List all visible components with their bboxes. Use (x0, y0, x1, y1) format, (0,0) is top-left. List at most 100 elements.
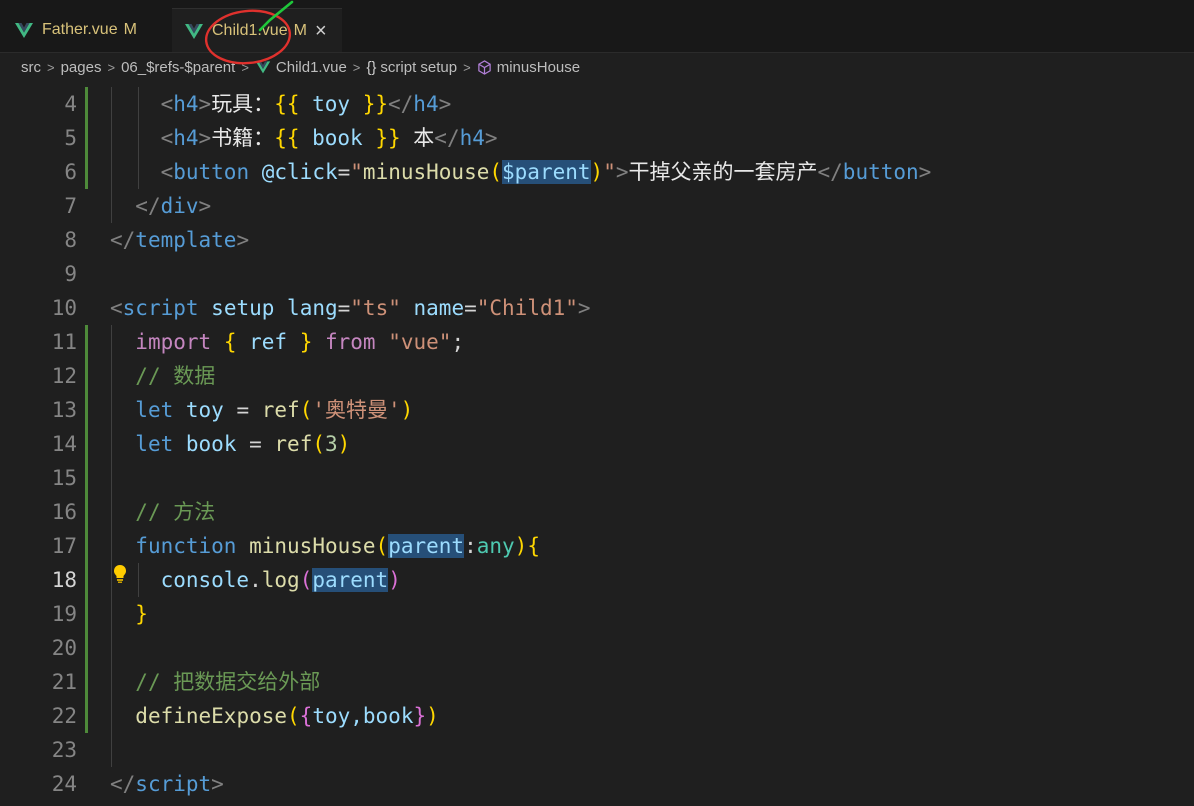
code-text: // 方法 (110, 495, 215, 529)
token: ) (400, 398, 414, 422)
code-text: console.log(parent) (110, 563, 401, 597)
token: "Child1" (476, 296, 578, 320)
vue-file-icon (15, 23, 33, 38)
code-line[interactable]: 20 (0, 631, 1194, 665)
token: ) (388, 568, 401, 592)
token: book (185, 432, 237, 456)
breadcrumb-item-script-setup[interactable]: script setup (380, 59, 457, 76)
token: ( (287, 704, 300, 728)
code-text: let book = ref(3) (110, 427, 350, 461)
token: button (842, 160, 919, 184)
token: ) (337, 432, 351, 456)
code-line[interactable]: 14 let book = ref(3) (0, 427, 1194, 461)
code-line[interactable]: 5 <h4>书籍：{{ book }} 本</h4> (0, 121, 1194, 155)
line-number: 11 (51, 330, 77, 354)
token: > (236, 228, 250, 252)
token: template (135, 228, 237, 252)
token: function (135, 534, 237, 558)
token: = (337, 160, 351, 184)
token: > (198, 92, 212, 116)
vue-file-icon (255, 61, 271, 74)
code-text: let toy = ref('奥特曼') (110, 393, 413, 427)
token: script (122, 296, 199, 320)
token: . (249, 568, 262, 592)
line-number: 13 (51, 398, 77, 422)
code-text: import { ref } from "vue"; (110, 325, 464, 359)
code-line[interactable]: 23 (0, 733, 1194, 767)
code-line[interactable]: 19 } (0, 597, 1194, 631)
code-text: </script> (110, 767, 224, 801)
code-line[interactable]: 9 (0, 257, 1194, 291)
token: from (325, 330, 376, 354)
token: { (299, 704, 313, 728)
token: "vue" (388, 330, 452, 354)
token: h4 (173, 126, 199, 150)
token: </ (388, 92, 414, 116)
breadcrumb-item-folder[interactable]: 06_$refs-$parent (121, 59, 235, 76)
code-line[interactable]: 21 // 把数据交给外部 (0, 665, 1194, 699)
line-number: 19 (51, 602, 77, 626)
chevron-right-icon: > (107, 59, 116, 75)
token: button (173, 160, 250, 184)
code-line[interactable]: 24 </script> (0, 767, 1194, 801)
token: toy (299, 92, 363, 116)
token: < (110, 296, 123, 320)
tab-child1-vue[interactable]: Child1.vue M × (172, 8, 342, 52)
token: minusHouse (249, 534, 376, 558)
line-number: 23 (51, 738, 77, 762)
token: ) (514, 534, 528, 558)
token: "ts" (350, 296, 401, 320)
tab-label: Father.vue (42, 21, 118, 38)
line-number: 16 (51, 500, 77, 524)
token: console (160, 568, 250, 592)
code-text: // 把数据交给外部 (110, 665, 320, 699)
token: name (413, 296, 465, 320)
code-line[interactable]: 7 </div> (0, 189, 1194, 223)
close-icon[interactable]: × (315, 21, 327, 41)
token: $parent (502, 160, 591, 184)
code-line[interactable]: 11 import { ref } from "vue"; (0, 325, 1194, 359)
code-line[interactable]: 6 <button @click="minusHouse($parent)">干… (0, 155, 1194, 189)
token: </ (110, 228, 136, 252)
code-editor[interactable]: 4 <h4>玩具：{{ toy }}</h4> 5 <h4>书籍：{{ book… (0, 87, 1194, 806)
token: lang (287, 296, 338, 320)
braces-icon: {} (366, 58, 377, 76)
breadcrumb-item-minushouse[interactable]: minusHouse (497, 59, 580, 76)
token: { (527, 534, 540, 558)
token: 书籍： (211, 126, 275, 150)
breadcrumb-item-file[interactable]: Child1.vue (276, 59, 347, 76)
line-number: 14 (51, 432, 77, 456)
token: parent (388, 534, 465, 558)
code-line[interactable]: 16 // 方法 (0, 495, 1194, 529)
token: toy,book (312, 704, 414, 728)
token: // 把数据交给外部 (135, 670, 321, 694)
line-number: 9 (64, 262, 77, 286)
token: {{ (274, 92, 300, 116)
breadcrumb-item-pages[interactable]: pages (61, 59, 102, 76)
token: any (476, 534, 515, 558)
code-text: </div> (110, 189, 211, 223)
code-text: <h4>书籍：{{ book }} 本</h4> (110, 121, 498, 155)
token: defineExpose (135, 704, 288, 728)
code-line[interactable]: 8 </template> (0, 223, 1194, 257)
token: } (135, 602, 148, 626)
token: h4 (459, 126, 485, 150)
tab-father-vue[interactable]: Father.vue M (0, 8, 172, 52)
code-line[interactable]: 15 (0, 461, 1194, 495)
lightbulb-icon[interactable] (112, 564, 128, 584)
code-text: // 数据 (110, 359, 215, 393)
code-line[interactable]: 13 let toy = ref('奥特曼') (0, 393, 1194, 427)
code-line[interactable]: 17 function minusHouse(parent:any){ (0, 529, 1194, 563)
code-line[interactable]: 12 // 数据 (0, 359, 1194, 393)
token: ( (489, 160, 503, 184)
code-line[interactable]: 4 <h4>玩具：{{ toy }}</h4> (0, 87, 1194, 121)
line-number: 12 (51, 364, 77, 388)
token: > (484, 126, 498, 150)
code-line-active[interactable]: 18 console.log(parent) (0, 563, 1194, 597)
token: // 数据 (135, 364, 216, 388)
code-line[interactable]: 22 defineExpose({toy,book}) (0, 699, 1194, 733)
token: ref (236, 330, 300, 354)
code-line[interactable]: 10 <script setup lang="ts" name="Child1"… (0, 291, 1194, 325)
breadcrumb-item-src[interactable]: src (21, 59, 41, 76)
line-number: 5 (64, 126, 77, 150)
